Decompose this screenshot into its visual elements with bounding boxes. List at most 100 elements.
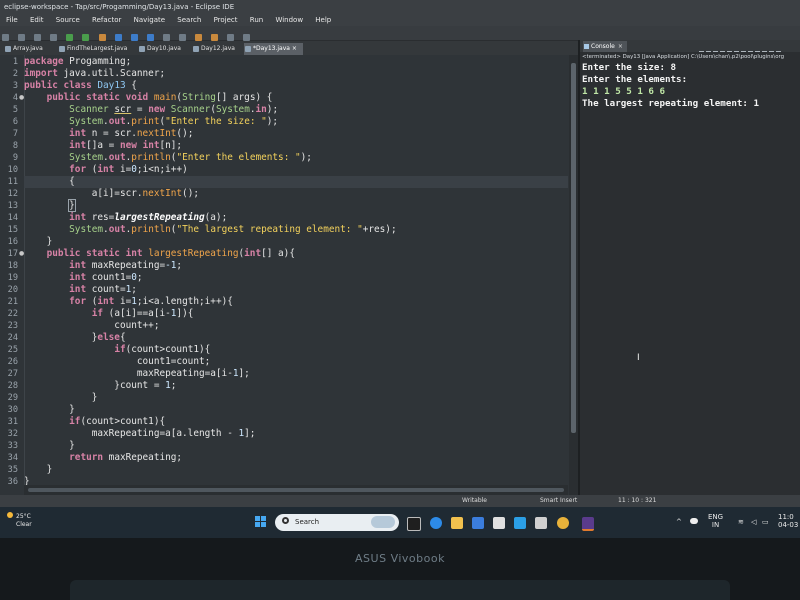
line-number: 16 [7, 237, 18, 247]
previous-annotation-icon[interactable] [211, 34, 219, 41]
external-tools-icon[interactable] [98, 34, 106, 41]
editor-horizontal-scrollbar[interactable] [24, 485, 568, 495]
menu-search[interactable]: Search [177, 14, 201, 26]
tab-label: Array.java [13, 45, 43, 52]
line-number: 36 [7, 477, 18, 487]
sun-icon [7, 512, 13, 518]
code-line-2: import java.util.Scanner; [24, 68, 166, 79]
line-number: 23 [7, 321, 18, 331]
scrollbar-thumb[interactable] [28, 488, 564, 492]
eclipse-icon[interactable] [582, 517, 594, 531]
onedrive-icon[interactable] [690, 518, 698, 524]
tab-array-java[interactable]: Array.java [4, 43, 43, 55]
code-line-35: } [24, 464, 53, 475]
console-output[interactable]: Enter the size: 8 Enter the elements: 1 … [580, 62, 800, 492]
debug-icon[interactable] [66, 34, 74, 41]
menu-window[interactable]: Window [275, 14, 303, 26]
menu-run[interactable]: Run [250, 14, 263, 26]
menu-refactor[interactable]: Refactor [92, 14, 121, 26]
line-number: 10 [7, 165, 18, 175]
tab-day10-java[interactable]: Day10.java [138, 43, 181, 55]
line-number: 18 [7, 261, 18, 271]
tab-label: Day10.java [147, 45, 181, 52]
app-icon[interactable] [535, 517, 547, 529]
code-line-28: }count = 1; [24, 380, 177, 391]
status-bar: Writable Smart Insert 11 : 10 : 321 [0, 495, 800, 507]
next-annotation-icon[interactable] [195, 34, 203, 41]
run-icon[interactable] [82, 34, 90, 41]
new-package-icon[interactable] [130, 34, 138, 41]
new-class-icon[interactable] [146, 34, 154, 41]
code-line-31: if(count>count1){ [69, 416, 166, 427]
menu-help[interactable]: Help [315, 14, 331, 26]
code-line-9: System.out.println("Enter the elements: … [69, 152, 312, 163]
open-type-icon[interactable] [162, 34, 170, 41]
file-explorer-icon[interactable] [451, 517, 463, 529]
line-number: 17 [7, 249, 18, 259]
line-number: 14 [7, 213, 18, 223]
editor-tab-bar: Array.java FindTheLargest.java Day10.jav… [0, 41, 578, 55]
language-indicator[interactable]: ENG IN [708, 513, 723, 529]
clock[interactable]: 11:0 04-03 [778, 513, 798, 529]
back-icon[interactable] [227, 34, 235, 41]
tab-day12-java[interactable]: Day12.java [192, 43, 235, 55]
status-cursor-position: 11 : 10 : 321 [618, 497, 657, 504]
line-number: 2 [12, 69, 18, 79]
console-input-line: 1 1 1 5 5 1 6 6 [582, 86, 665, 97]
taskbar-search-box[interactable]: Search [275, 514, 399, 531]
scrollbar-thumb[interactable] [571, 63, 576, 433]
code-line-14: int res=largestRepeating(a); [69, 212, 228, 223]
tab-findthelargest-java[interactable]: FindTheLargest.java [58, 43, 127, 55]
tab-day13-java[interactable]: *Day13.java × [244, 43, 303, 55]
laptop-keyboard-edge [70, 580, 730, 600]
code-line-24: }else{ [24, 332, 126, 343]
store-icon[interactable] [472, 517, 484, 529]
new-file-icon[interactable] [2, 34, 9, 41]
java-file-icon [59, 46, 65, 52]
menu-source[interactable]: Source [56, 14, 80, 26]
line-number: 1 [12, 57, 18, 67]
tab-close-icon[interactable]: × [292, 45, 297, 52]
line-number: 21 [7, 297, 18, 307]
menu-edit[interactable]: Edit [30, 14, 44, 26]
search-icon[interactable] [179, 34, 187, 41]
save-all-icon[interactable] [34, 34, 42, 41]
line-number: 31 [7, 417, 18, 427]
weather-widget[interactable]: 25°C Clear [7, 512, 32, 529]
app-icon[interactable] [493, 517, 505, 529]
code-line-27: maxRepeating=a[i-1]; [24, 368, 250, 379]
window-title: eclipse-workspace - Tap/src/Progamming/D… [4, 3, 235, 11]
editor-vertical-scrollbar[interactable] [569, 55, 578, 495]
new-java-project-icon[interactable] [114, 34, 122, 41]
line-number: 3 [12, 81, 18, 91]
line-number: 20 [7, 285, 18, 295]
windows-start-icon[interactable] [255, 516, 267, 528]
console-close-icon[interactable]: × [618, 43, 623, 50]
code-editor[interactable]: 1 2 3 4 ● 5 6 7 8 9 10 11 12 13 14 15 16 17 ● 18 19 20 21 22 23 2… [0, 55, 574, 495]
java-file-icon [245, 46, 251, 52]
code-line-4: public static void main(String[] args) { [46, 92, 273, 103]
menu-project[interactable]: Project [214, 14, 238, 26]
volume-icon[interactable]: ◁ [751, 518, 756, 526]
chrome-icon[interactable] [557, 517, 569, 529]
forward-icon[interactable] [243, 34, 251, 41]
menu-file[interactable]: File [6, 14, 18, 26]
app-icon[interactable] [514, 517, 526, 529]
language-region: IN [711, 521, 720, 529]
weather-description: Clear [16, 521, 32, 528]
wifi-icon[interactable]: ≋ [738, 518, 744, 526]
edge-browser-icon[interactable] [430, 517, 442, 529]
battery-icon[interactable]: ▭ [762, 518, 769, 526]
task-view-icon[interactable] [407, 517, 421, 531]
code-line-20: int count=1; [69, 284, 137, 295]
code-line-25: if(count>count1){ [114, 344, 211, 355]
chevron-up-icon[interactable]: ^ [676, 518, 682, 526]
tab-console[interactable]: Console × [583, 41, 627, 52]
print-icon[interactable] [50, 34, 58, 41]
line-number: 8 [12, 141, 18, 151]
desktop-screen: eclipse-workspace - Tap/src/Progamming/D… [0, 0, 800, 538]
menu-navigate[interactable]: Navigate [134, 14, 165, 26]
code-area[interactable]: package Progamming; import java.util.Sca… [24, 55, 568, 495]
window-title-bar: eclipse-workspace - Tap/src/Progamming/D… [0, 0, 800, 14]
save-icon[interactable] [18, 34, 26, 41]
